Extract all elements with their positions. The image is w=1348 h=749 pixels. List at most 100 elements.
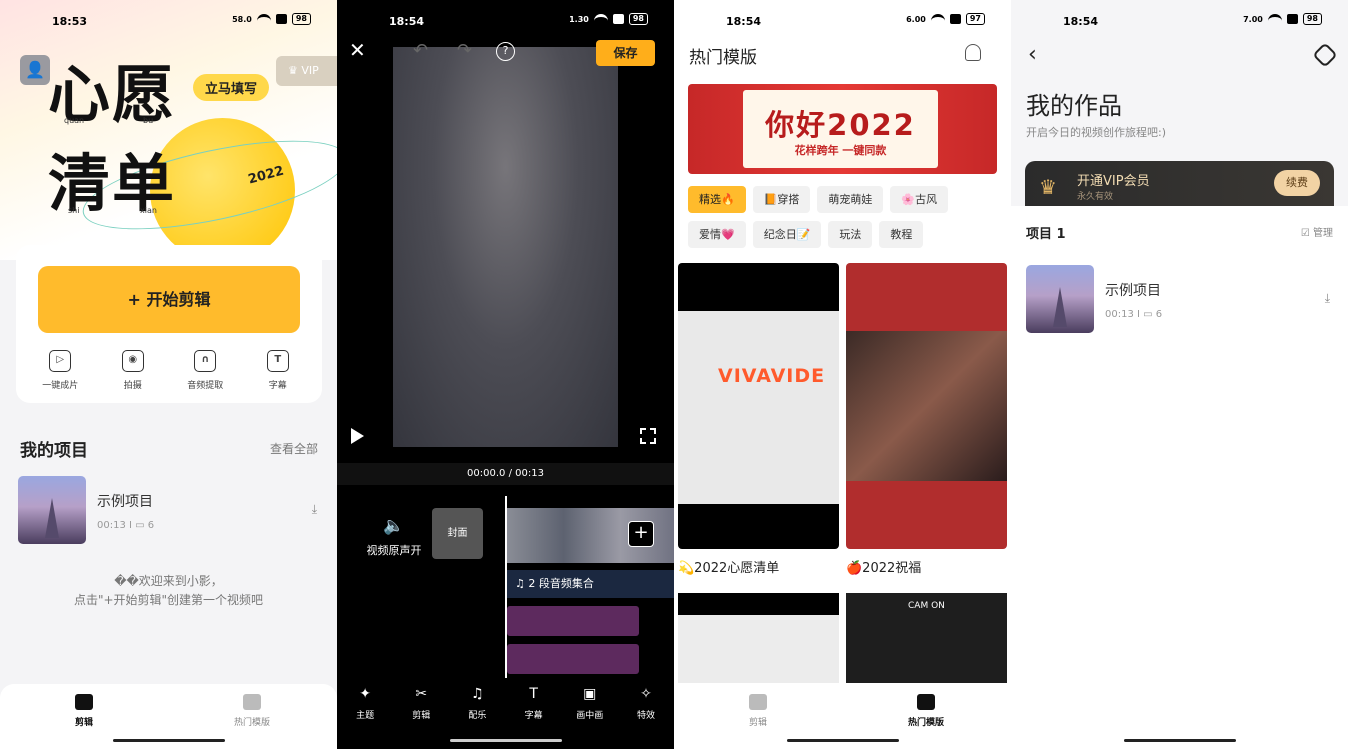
eiffel-tower-shape [1053,287,1067,327]
project-meta: 00:13 I ▭ 6 [97,520,155,531]
chip-love[interactable]: 爱情💗 [688,221,746,248]
tool-audio-extract[interactable]: ∩ 音频提取 [174,350,236,391]
music-icon: ♫ [471,686,484,702]
template-card[interactable] [678,593,839,683]
avatar[interactable]: 👤 [20,55,50,85]
promo-banner[interactable]: 你好2022 花样跨年 一键同款 [688,84,997,174]
start-editing-button[interactable]: + 开始剪辑 [38,266,300,333]
vip-title: 开通VIP会员 [1077,174,1150,189]
headphones-icon: ∩ [194,350,217,372]
template-brand: VIVAVIDE [718,365,826,387]
tool-camera[interactable]: ◉ 拍摄 [102,350,164,391]
video-icon: ▷ [49,350,72,372]
template-card[interactable]: CAM ON [846,593,1007,683]
nav-label: 剪辑 [74,718,93,728]
page-subtitle: 开启今日的视频创作旅程吧:) [1026,126,1166,139]
back-icon[interactable]: ‹ [1028,42,1037,67]
tool-label: 拍摄 [123,381,142,391]
nav-edit[interactable]: 剪辑 [718,694,798,728]
pip-icon: ▣ [583,686,597,702]
pinyin-xian: xian [140,206,157,215]
wifi-icon [256,14,271,24]
tool-subtitle[interactable]: T 字幕 [247,350,309,391]
welcome-message: ��欢迎来到小影， 点击"+开始剪辑"创建第一个视频吧 [0,572,337,610]
chip-pets-kids[interactable]: 萌宠萌娃 [817,186,884,213]
save-button[interactable]: 保存 [596,40,655,66]
tool-label: 字幕 [524,711,543,721]
tool-cut[interactable]: ✂ 剪辑 [393,680,449,749]
template-card-blessing[interactable] [846,263,1007,549]
tool-label: 一键成片 [42,381,79,391]
template-label[interactable]: 🍎2022祝福 [846,557,921,576]
home-indicator [786,739,899,742]
template-label[interactable]: 💫2022心愿清单 [678,557,779,576]
tool-theme[interactable]: ✦ 主题 [337,680,393,749]
vip-label: VIP [301,64,319,77]
cover-button[interactable]: 封面 [432,508,483,559]
project-count: 项目 1 [1026,227,1066,242]
redo-icon[interactable]: ↷ [457,40,472,61]
tool-one-click[interactable]: ▷ 一键成片 [29,350,91,391]
renew-button[interactable]: 续费 [1274,170,1320,196]
download-icon[interactable]: ⤓ [312,502,317,517]
bell-icon[interactable] [965,44,981,61]
page-title: 我的作品 [1026,92,1122,120]
project-row[interactable]: 示例项目 00:13 I ▭ 6 ⤓ [18,476,323,544]
vip-badge[interactable]: ♛ VIP [276,56,337,86]
battery-icon: 98 [628,13,648,25]
tool-label: 剪辑 [412,711,431,721]
chip-tutorial[interactable]: 教程 [879,221,924,248]
effect-track[interactable] [507,644,639,674]
tool-effects[interactable]: ✧ 特效 [618,680,674,749]
battery-icon: 97 [965,13,985,25]
chip-classical[interactable]: 🌸古风 [890,186,949,213]
clock: 18:54 [726,15,762,28]
fill-now-tag[interactable]: 立马填写 [193,74,270,101]
see-all-link[interactable]: 查看全部 [270,440,318,457]
nav-templates[interactable]: 热门模版 [212,694,292,728]
nav-label: 热门模版 [907,718,944,728]
template-card-wishlist[interactable]: VIVAVIDE [678,263,839,549]
status-icons: 7.00 98 [1243,13,1322,25]
mute-toggle[interactable]: 🔈 视频原声开 [359,516,429,558]
help-icon[interactable]: ? [496,42,515,61]
settings-icon[interactable] [1312,42,1338,68]
home-indicator [112,739,225,742]
speaker-icon: 🔈 [383,516,405,536]
status-bar: 18:53 58.0 98 [0,0,337,42]
chip-featured[interactable]: 精选🔥 [688,186,746,213]
net-speed: 7.00 [1243,14,1263,24]
add-clip-icon[interactable]: + [628,521,654,547]
chip-gameplay[interactable]: 玩法 [828,221,873,248]
mute-label: 视频原声开 [366,544,422,557]
chip-anniversary[interactable]: 纪念日📝 [752,221,822,248]
audio-track[interactable]: ♫ 2 段音频集合 [507,570,674,598]
magic-wand-icon: ✦ [359,686,371,702]
video-preview[interactable] [393,47,618,447]
undo-icon[interactable]: ↶ [413,40,428,61]
template-preview [678,615,839,683]
download-icon[interactable]: ⤓ [1325,291,1330,306]
text-icon: T [266,350,289,372]
template-photo [846,331,1007,481]
timeline[interactable]: 🔈 视频原声开 封面 + ♫ 2 段音频集合 [337,488,674,678]
crown-icon: ♛ [1039,175,1057,199]
playhead[interactable] [505,496,507,678]
pinyin-bu: bu [143,116,154,125]
manage-button[interactable]: ☑ 管理 [1301,224,1333,239]
text-icon: T [529,686,538,702]
fullscreen-icon[interactable] [640,428,656,444]
tool-pip[interactable]: ▣ 画中画 [562,680,618,749]
home-indicator [1123,739,1236,742]
nav-edit[interactable]: 剪辑 [44,694,124,728]
nav-templates[interactable]: 热门模版 [886,694,966,728]
tool-label: 主题 [356,711,375,721]
close-icon[interactable]: ✕ [349,38,366,62]
chip-outfit[interactable]: 📙穿搭 [752,186,811,213]
play-icon[interactable] [351,428,364,444]
tool-row: ▷ 一键成片 ◉ 拍摄 ∩ 音频提取 T 字幕 [24,350,314,391]
project-row[interactable]: 示例项目 00:13 I ▭ 6 ⤓ [1026,265,1336,333]
nav-label: 热门模版 [233,718,270,728]
tool-label: 特效 [636,711,655,721]
effect-track[interactable] [507,606,639,636]
